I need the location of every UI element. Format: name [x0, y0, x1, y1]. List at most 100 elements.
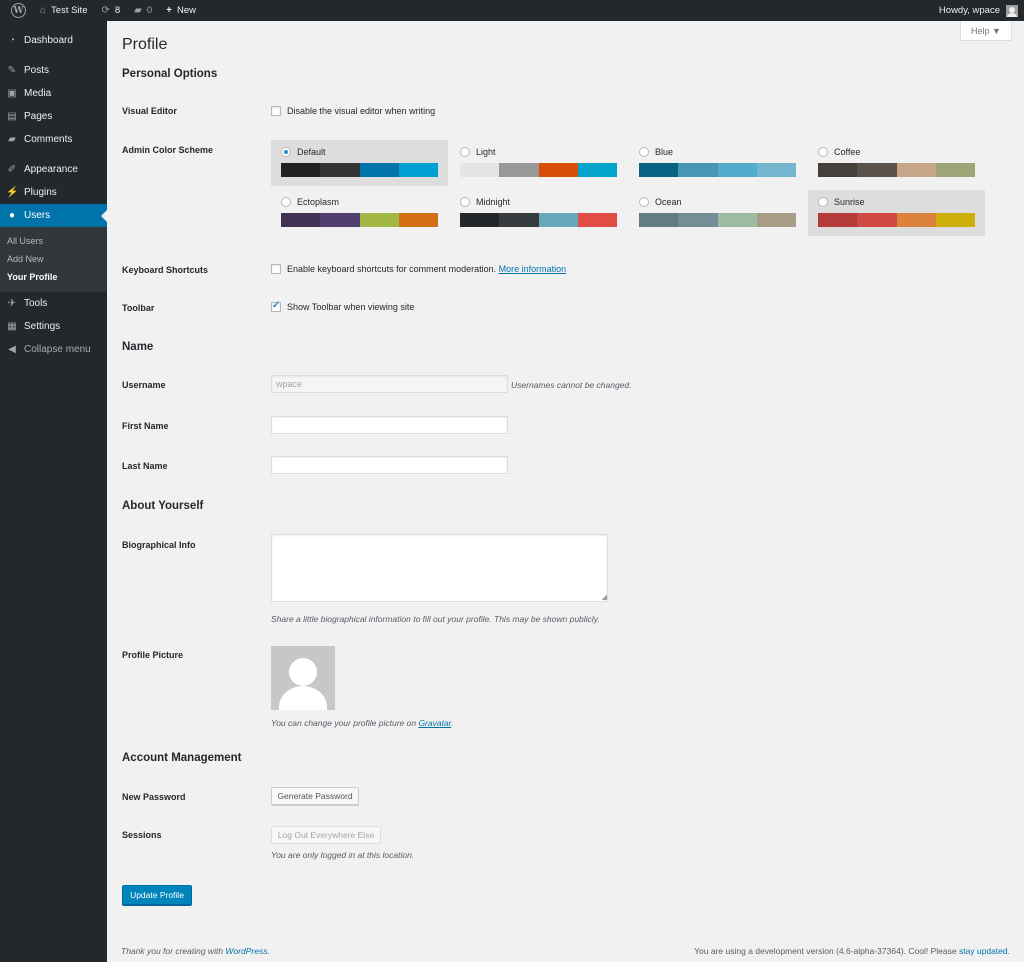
color-scheme-header: Coffee: [818, 146, 975, 158]
personal-options-heading: Personal Options: [122, 68, 217, 80]
color-scheme-option-sunrise[interactable]: Sunrise: [808, 190, 985, 236]
color-scheme-label: Ectoplasm: [297, 197, 339, 207]
color-scheme-radio[interactable]: [639, 147, 649, 157]
menu-item-posts[interactable]: ✎ Posts: [0, 59, 107, 82]
color-swatch-strip: [281, 163, 438, 177]
color-swatch: [678, 163, 717, 177]
users-icon: ●: [6, 210, 18, 221]
color-swatch-strip: [818, 213, 975, 227]
wrench-icon: ✈: [6, 298, 18, 309]
menu-item-users[interactable]: ● Users: [0, 204, 107, 227]
submenu-item-your-profile[interactable]: Your Profile: [0, 268, 107, 286]
visual-editor-option[interactable]: Disable the visual editor when writing: [271, 106, 435, 116]
submenu-item-all-users[interactable]: All Users: [0, 232, 107, 250]
color-swatch: [460, 163, 499, 177]
color-scheme-radio[interactable]: [281, 197, 291, 207]
my-account-link[interactable]: Howdy, wpace: [939, 0, 1018, 21]
menu-item-media[interactable]: ▣ Media: [0, 82, 107, 105]
resize-grip-icon[interactable]: ◢: [602, 593, 607, 601]
menu-item-appearance[interactable]: ✐ Appearance: [0, 158, 107, 181]
menu-item-plugins[interactable]: ⚡ Plugins: [0, 181, 107, 204]
color-scheme-label: Coffee: [834, 147, 860, 157]
last-name-input[interactable]: [271, 456, 508, 474]
site-name-link[interactable]: ⌂ Test Site: [33, 0, 94, 21]
menu-label-collapse: Collapse menu: [24, 344, 91, 355]
toolbar-option[interactable]: Show Toolbar when viewing site: [271, 302, 414, 312]
color-swatch: [399, 163, 438, 177]
color-scheme-label: Midnight: [476, 197, 510, 207]
color-swatch: [399, 213, 438, 227]
gravatar-link[interactable]: Gravatar: [418, 718, 451, 728]
new-content-link[interactable]: + New: [159, 0, 203, 21]
color-swatch: [499, 163, 538, 177]
keyboard-shortcuts-option[interactable]: Enable keyboard shortcuts for comment mo…: [271, 264, 566, 274]
users-submenu: All Users Add New Your Profile: [0, 227, 107, 292]
help-tab-button[interactable]: Help ▼: [960, 21, 1012, 41]
color-swatch: [757, 163, 796, 177]
howdy-label: Howdy, wpace: [939, 5, 1000, 16]
color-scheme-option-light[interactable]: Light: [450, 140, 627, 186]
updates-link[interactable]: ⟳ 8: [94, 0, 127, 21]
color-scheme-option-coffee[interactable]: Coffee: [808, 140, 985, 186]
profile-picture-desc-prefix: You can change your profile picture on: [271, 718, 418, 728]
first-name-input[interactable]: [271, 416, 508, 434]
biographical-info-textarea[interactable]: [271, 534, 608, 602]
footer-thankyou: Thank you for creating with WordPress.: [121, 946, 270, 956]
color-swatch: [499, 213, 538, 227]
color-scheme-radio[interactable]: [460, 147, 470, 157]
menu-item-dashboard[interactable]: ◔ Dashboard: [0, 29, 107, 52]
new-password-label: New Password: [122, 792, 186, 802]
color-scheme-radio[interactable]: [639, 197, 649, 207]
color-swatch-strip: [281, 213, 438, 227]
color-scheme-radio[interactable]: [818, 197, 828, 207]
stay-updated-link[interactable]: stay updated: [959, 946, 1008, 956]
collapse-arrow-icon: ◀: [6, 344, 18, 355]
wordpress-logo-menu[interactable]: W: [0, 0, 33, 21]
color-scheme-label: Light: [476, 147, 496, 157]
menu-label-users: Users: [24, 210, 50, 221]
color-scheme-option-ocean[interactable]: Ocean: [629, 190, 806, 236]
user-avatar-icon: [1006, 5, 1018, 17]
color-scheme-radio[interactable]: [460, 197, 470, 207]
color-swatch: [936, 213, 975, 227]
wordpress-link[interactable]: WordPress: [225, 946, 267, 956]
menu-item-tools[interactable]: ✈ Tools: [0, 292, 107, 315]
toolbar-text: Show Toolbar when viewing site: [287, 302, 414, 312]
color-swatch: [857, 213, 896, 227]
toolbar-checkbox[interactable]: [271, 302, 281, 312]
color-swatch-strip: [639, 213, 796, 227]
color-scheme-option-midnight[interactable]: Midnight: [450, 190, 627, 236]
menu-item-settings[interactable]: ▦ Settings: [0, 315, 107, 338]
menu-item-pages[interactable]: ▤ Pages: [0, 105, 107, 128]
submenu-item-add-new[interactable]: Add New: [0, 250, 107, 268]
profile-picture-label: Profile Picture: [122, 650, 183, 660]
new-content-label: New: [177, 5, 196, 16]
visual-editor-text: Disable the visual editor when writing: [287, 106, 435, 116]
menu-item-comments[interactable]: ▰ Comments: [0, 128, 107, 151]
color-swatch: [360, 163, 399, 177]
main-content: Help ▼ Profile Personal Options Visual E…: [107, 21, 1024, 962]
username-input: [271, 375, 508, 393]
generate-password-button[interactable]: Generate Password: [271, 787, 359, 805]
settings-sliders-icon: ▦: [6, 321, 18, 332]
color-swatch: [539, 163, 578, 177]
comments-link[interactable]: ▰ 0: [127, 0, 159, 21]
visual-editor-checkbox[interactable]: [271, 106, 281, 116]
color-scheme-radio[interactable]: [818, 147, 828, 157]
biographical-info-label: Biographical Info: [122, 540, 196, 550]
color-scheme-option-ectoplasm[interactable]: Ectoplasm: [271, 190, 448, 236]
color-scheme-option-blue[interactable]: Blue: [629, 140, 806, 186]
more-information-link[interactable]: More information: [499, 264, 567, 274]
keyboard-shortcuts-checkbox[interactable]: [271, 264, 281, 274]
update-profile-button[interactable]: Update Profile: [122, 885, 192, 905]
log-out-everywhere-button[interactable]: Log Out Everywhere Else: [271, 826, 381, 844]
biographical-info-description: Share a little biographical information …: [271, 614, 600, 624]
collapse-menu-button[interactable]: ◀ Collapse menu: [0, 338, 107, 361]
page-title: Profile: [122, 36, 167, 54]
color-scheme-header: Default: [281, 146, 438, 158]
color-swatch: [678, 213, 717, 227]
color-scheme-option-default[interactable]: Default: [271, 140, 448, 186]
color-scheme-radio[interactable]: [281, 147, 291, 157]
plugin-icon: ⚡: [6, 187, 18, 198]
username-label: Username: [122, 380, 166, 390]
